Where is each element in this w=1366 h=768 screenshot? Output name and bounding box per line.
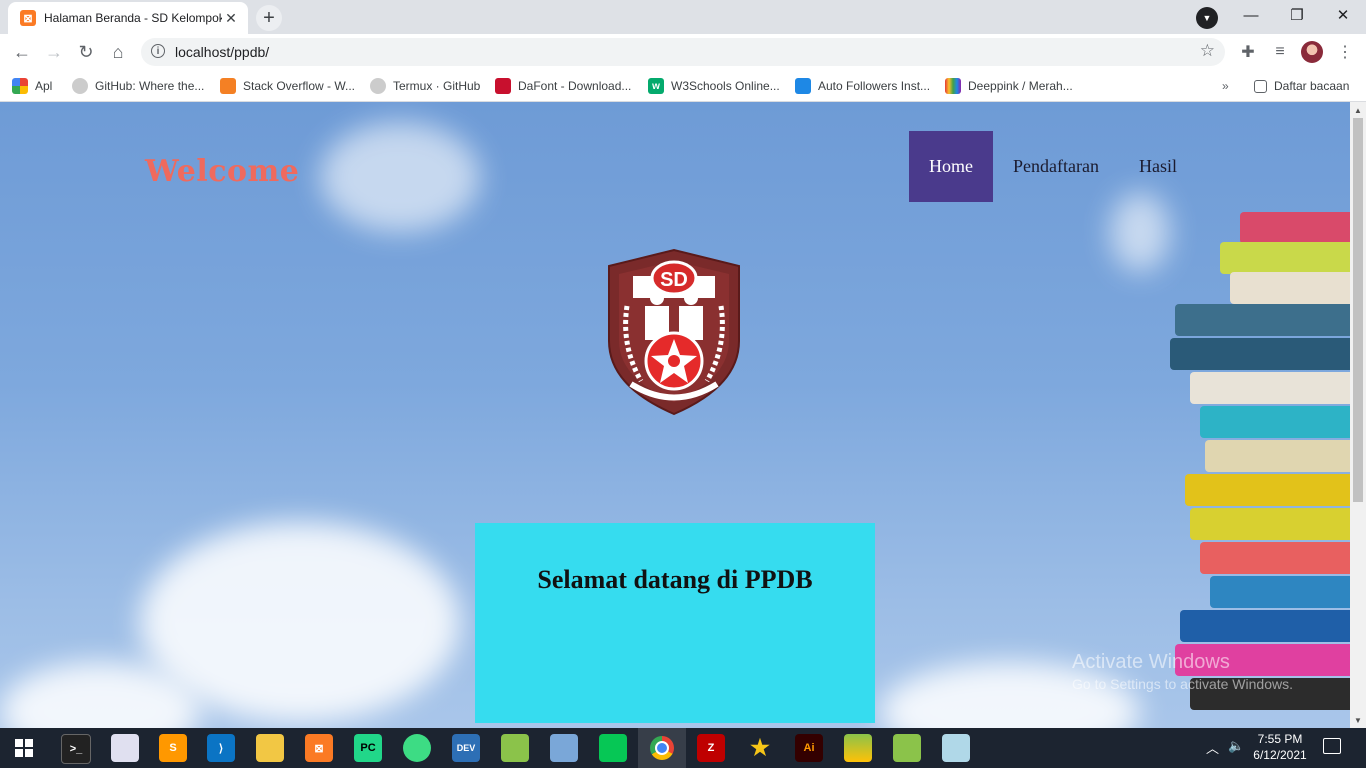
logo-text: SD	[660, 269, 688, 291]
menu-kebab-icon[interactable]: ⋮	[1333, 40, 1357, 64]
forward-button[interactable]: →	[40, 38, 68, 66]
clock-time: 7:55 PM	[1257, 732, 1303, 746]
clock-date: 6/12/2021	[1253, 748, 1307, 762]
show-hidden-icons-chevron-icon[interactable]: ︿	[1206, 738, 1219, 757]
system-clock[interactable]: 7:55 PM 6/12/2021	[1252, 731, 1308, 763]
xampp-favicon-icon: ⊠	[20, 10, 36, 26]
profile-avatar[interactable]	[1301, 41, 1323, 63]
minimize-button[interactable]: ―	[1228, 0, 1274, 30]
github-icon	[370, 78, 386, 94]
bookmark-auto-followers[interactable]: Auto Followers Inst...	[795, 76, 930, 96]
windows-taskbar: >_ S ⟩ ⊠ PC DEV Z ★ Ai ︿ 🔈 7:55 PM 6/12/…	[0, 728, 1366, 768]
reading-list-label: Daftar bacaan	[1274, 79, 1350, 93]
bookmark-star-icon[interactable]: ☆	[1200, 41, 1215, 61]
notes-icon[interactable]	[942, 734, 970, 762]
headline: Selamat datang di PPDB	[537, 565, 813, 594]
bookmark-stackoverflow[interactable]: Stack Overflow - W...	[220, 76, 355, 96]
bookmark-github[interactable]: GitHub: Where the...	[72, 76, 204, 96]
bookmark-label: Stack Overflow - W...	[243, 79, 356, 93]
welcome-card: Selamat datang di PPDB	[475, 523, 875, 723]
bookmark-label: Termux · GitHub	[393, 79, 481, 93]
bookmark-apps[interactable]: Apl	[12, 76, 52, 96]
reload-button[interactable]: ↻	[72, 38, 100, 66]
xampp-icon[interactable]: ⊠	[305, 734, 333, 762]
restore-button[interactable]: ❐	[1274, 0, 1320, 30]
illustrator-icon[interactable]: Ai	[795, 734, 823, 762]
close-window-button[interactable]: ✕	[1320, 0, 1366, 30]
tab-search-button[interactable]: ▼	[1196, 7, 1218, 29]
notifications-icon[interactable]	[1323, 738, 1341, 754]
tab-strip: ⊠ Halaman Beranda - SD Kelompok ✕ + ▼ ― …	[0, 0, 1366, 34]
vscode-icon[interactable]: ⟩	[207, 734, 235, 762]
terminal-icon[interactable]: >_	[61, 734, 91, 764]
dafont-icon	[495, 78, 511, 94]
start-button[interactable]	[0, 728, 48, 768]
bookmark-label: Deeppink / Merah...	[968, 79, 1073, 93]
bookmark-label: DaFont - Download...	[518, 79, 632, 93]
bookmark-deeppink[interactable]: Deeppink / Merah...	[945, 76, 1073, 96]
bookmark-dafont[interactable]: DaFont - Download...	[495, 76, 631, 96]
android-studio-icon[interactable]	[403, 734, 431, 762]
activate-windows-watermark: Activate Windows Go to Settings to activ…	[1072, 651, 1293, 692]
android-apk-icon[interactable]	[893, 734, 921, 762]
github-icon	[72, 78, 88, 94]
bookmark-label: W3Schools Online...	[671, 79, 780, 93]
nav-hasil[interactable]: Hasil	[1119, 131, 1197, 202]
devcpp-icon[interactable]: DEV	[452, 734, 480, 762]
w3schools-icon: w	[648, 78, 664, 94]
bookmark-label: Auto Followers Inst...	[818, 79, 931, 93]
bluestacks-icon[interactable]	[844, 734, 872, 762]
volume-icon[interactable]: 🔈	[1228, 738, 1244, 754]
star-app-icon[interactable]: ★	[746, 734, 774, 762]
page-viewport: Welcome Home Pendaftaran Hasil SD Selama…	[0, 102, 1350, 728]
filezilla-icon[interactable]: Z	[697, 734, 725, 762]
scroll-thumb[interactable]	[1353, 118, 1363, 502]
colorbook-icon	[945, 78, 961, 94]
site-info-icon[interactable]: i	[151, 44, 165, 58]
close-tab-icon[interactable]: ✕	[222, 9, 240, 27]
welcome-heading: Welcome	[145, 154, 300, 189]
page-scrollbar[interactable]: ▲ ▼	[1350, 102, 1366, 728]
paint-icon[interactable]	[111, 734, 139, 762]
bookmark-label: GitHub: Where the...	[95, 79, 205, 93]
browser-tab[interactable]: ⊠ Halaman Beranda - SD Kelompok ✕	[8, 2, 248, 34]
chrome-icon[interactable]	[638, 728, 686, 768]
bookmark-w3schools[interactable]: w W3Schools Online...	[648, 76, 780, 96]
home-button[interactable]: ⌂	[104, 38, 132, 66]
address-bar[interactable]: i localhost/ppdb/ ☆	[141, 38, 1225, 66]
notepad-icon[interactable]	[501, 734, 529, 762]
bookmark-label: Apl	[35, 79, 53, 93]
url-text[interactable]: localhost/ppdb/	[175, 44, 269, 60]
scroll-up-icon[interactable]: ▲	[1350, 102, 1366, 118]
reading-list-button[interactable]: Daftar bacaan	[1254, 76, 1349, 96]
line-icon[interactable]	[599, 734, 627, 762]
browser-toolbar: ← → ↻ ⌂ i localhost/ppdb/ ☆ ✚ ≡ ⋮	[0, 34, 1366, 70]
main-nav: Home Pendaftaran Hasil	[909, 131, 1197, 202]
stackoverflow-icon	[220, 78, 236, 94]
virtualbox-icon[interactable]	[550, 734, 578, 762]
reading-list-icon	[1254, 79, 1267, 93]
bookmark-termux[interactable]: Termux · GitHub	[370, 76, 480, 96]
more-bookmarks-chevron-icon[interactable]: »	[1222, 76, 1229, 96]
extensions-icon[interactable]: ✚	[1236, 40, 1260, 64]
windows-logo-icon	[15, 739, 33, 757]
cube-icon	[795, 78, 811, 94]
bookmarks-bar: Apl GitHub: Where the... Stack Overflow …	[0, 70, 1366, 102]
sublime-text-icon[interactable]: S	[159, 734, 187, 762]
scroll-down-icon[interactable]: ▼	[1350, 712, 1366, 728]
cloud-decoration	[320, 122, 480, 232]
media-control-icon[interactable]: ≡	[1268, 40, 1292, 64]
nav-pendaftaran[interactable]: Pendaftaran	[993, 131, 1119, 202]
activate-subtitle: Go to Settings to activate Windows.	[1072, 676, 1293, 692]
activate-title: Activate Windows	[1072, 651, 1230, 673]
new-tab-button[interactable]: +	[256, 5, 282, 31]
tab-title: Halaman Beranda - SD Kelompok	[44, 11, 222, 25]
nav-home[interactable]: Home	[909, 131, 993, 202]
pycharm-icon[interactable]: PC	[354, 734, 382, 762]
school-logo: SD	[608, 248, 740, 416]
file-explorer-icon[interactable]	[256, 734, 284, 762]
apps-grid-icon	[12, 78, 28, 94]
back-button[interactable]: ←	[8, 38, 36, 66]
